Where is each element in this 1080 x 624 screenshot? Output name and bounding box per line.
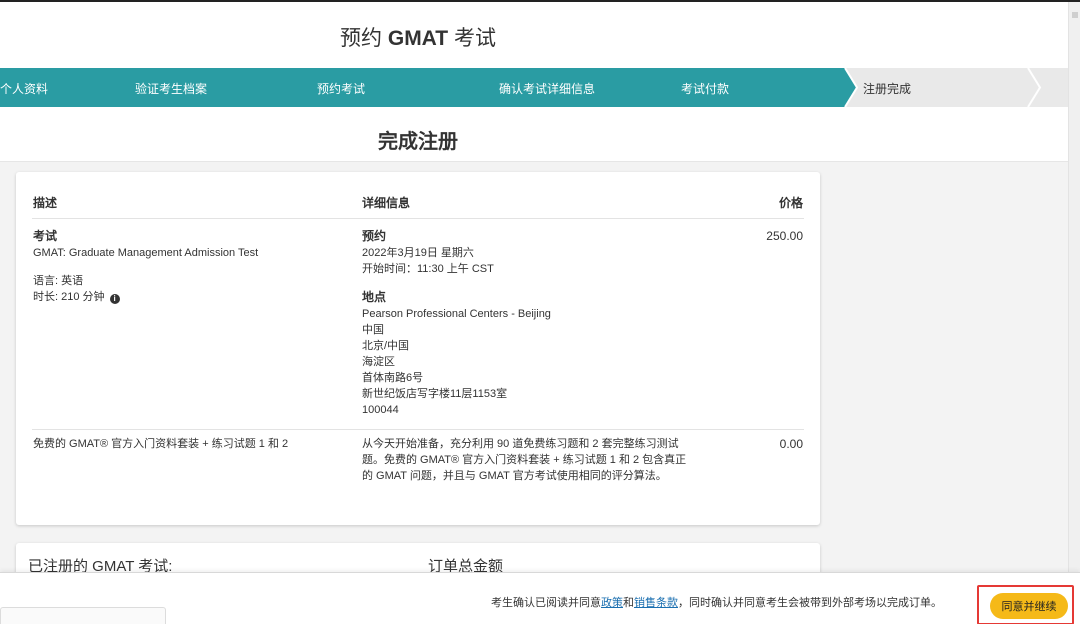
location-line: 北京/中国: [362, 340, 410, 352]
bundle-description: 从今天开始准备，充分利用 90 道免费练习题和 2 套完整练习测试题。免费的 G…: [362, 438, 687, 482]
location-line: 新世纪饭店写字楼11层1153室: [362, 388, 508, 400]
location-line: 100044: [362, 404, 399, 416]
exam-label: 考试: [33, 229, 58, 243]
scrollbar[interactable]: [1068, 2, 1080, 622]
section-header: 完成注册: [0, 107, 1068, 162]
step-verify-profile: 验证考生档案: [135, 82, 208, 96]
consent-footer: 考生确认已阅读并同意政策和销售条款，同时确认并同意考生会被带到外部考场以完成订单…: [0, 572, 1080, 624]
section-title: 完成注册: [378, 131, 458, 153]
header-divider: [32, 218, 804, 219]
step-confirm-details: 确认考试详细信息: [499, 82, 596, 96]
terms-of-sale-link[interactable]: 销售条款: [634, 597, 678, 609]
footer-input-box: [0, 607, 166, 624]
stepper-chevron-end: [1027, 68, 1042, 107]
page-title: 预约 GMAT 考试: [340, 27, 496, 50]
location-line: 中国: [362, 324, 384, 336]
column-header-price: 价格: [778, 196, 803, 210]
bundle-price: 0.00: [779, 437, 803, 451]
exam-name: GMAT: Graduate Management Admission Test: [33, 247, 259, 259]
order-details-card: 描述 详细信息 价格 考试 GMAT: Graduate Management …: [16, 172, 820, 525]
column-header-description: 描述: [33, 196, 58, 210]
step-personal-info: 个人资料: [0, 82, 49, 96]
policy-link[interactable]: 政策: [601, 597, 623, 609]
scrollbar-thumb[interactable]: [1072, 12, 1078, 18]
location-label: 地点: [362, 290, 387, 304]
appointment-label: 预约: [362, 229, 387, 243]
location-line: 海淀区: [362, 356, 395, 368]
bundle-name: 免费的 GMAT® 官方入门资料套装 + 练习试题 1 和 2: [33, 438, 289, 450]
agree-and-continue-button[interactable]: 同意并继续: [990, 593, 1068, 619]
info-circle-icon[interactable]: i: [109, 294, 120, 304]
column-header-details: 详细信息: [362, 196, 411, 210]
location-line: 首体南路6号: [362, 372, 424, 384]
appointment-date: 2022年3月19日 星期六: [362, 247, 474, 259]
progress-stepper: 个人资料 验证考生档案 预约考试 确认考试详细信息 考试付款 注册完成: [0, 68, 1068, 107]
exam-language: 语言: 英语: [33, 275, 84, 287]
consent-text: 考生确认已阅读并同意政策和销售条款，同时确认并同意考生会被带到外部考场以完成订单…: [491, 597, 942, 609]
exam-duration-row: 时长: 210 分钟 i: [33, 289, 120, 305]
stepper-chevron-current: [845, 68, 857, 107]
appointment-start-time: 开始时间：11:30 上午 CST: [362, 263, 494, 275]
step-book-exam: 预约考试: [317, 82, 366, 96]
step-complete: 注册完成: [863, 82, 912, 96]
exam-price: 250.00: [766, 229, 803, 243]
step-payment: 考试付款: [681, 82, 730, 96]
row-divider: [32, 429, 804, 430]
exam-duration: 时长: 210 分钟: [33, 291, 105, 303]
page-header: 预约 GMAT 考试: [0, 2, 1080, 68]
location-line: Pearson Professional Centers - Beijing: [362, 308, 551, 320]
